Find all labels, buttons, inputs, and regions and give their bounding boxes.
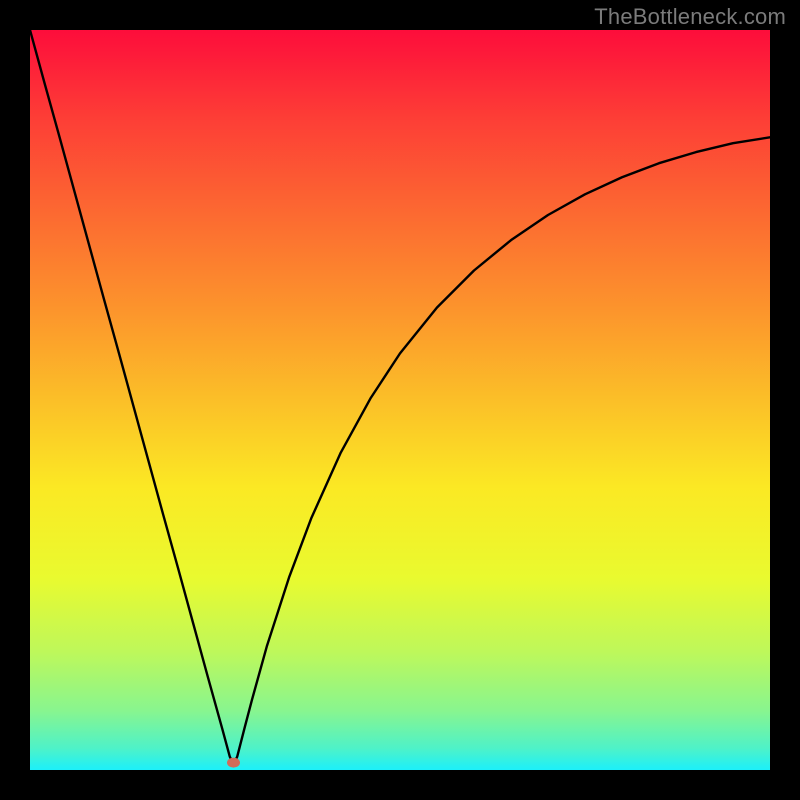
watermark-label: TheBottleneck.com [594,4,786,30]
gradient-background [30,30,770,770]
plot-area [30,30,770,770]
optimum-marker [227,758,240,768]
bottleneck-chart [30,30,770,770]
chart-frame: TheBottleneck.com [0,0,800,800]
